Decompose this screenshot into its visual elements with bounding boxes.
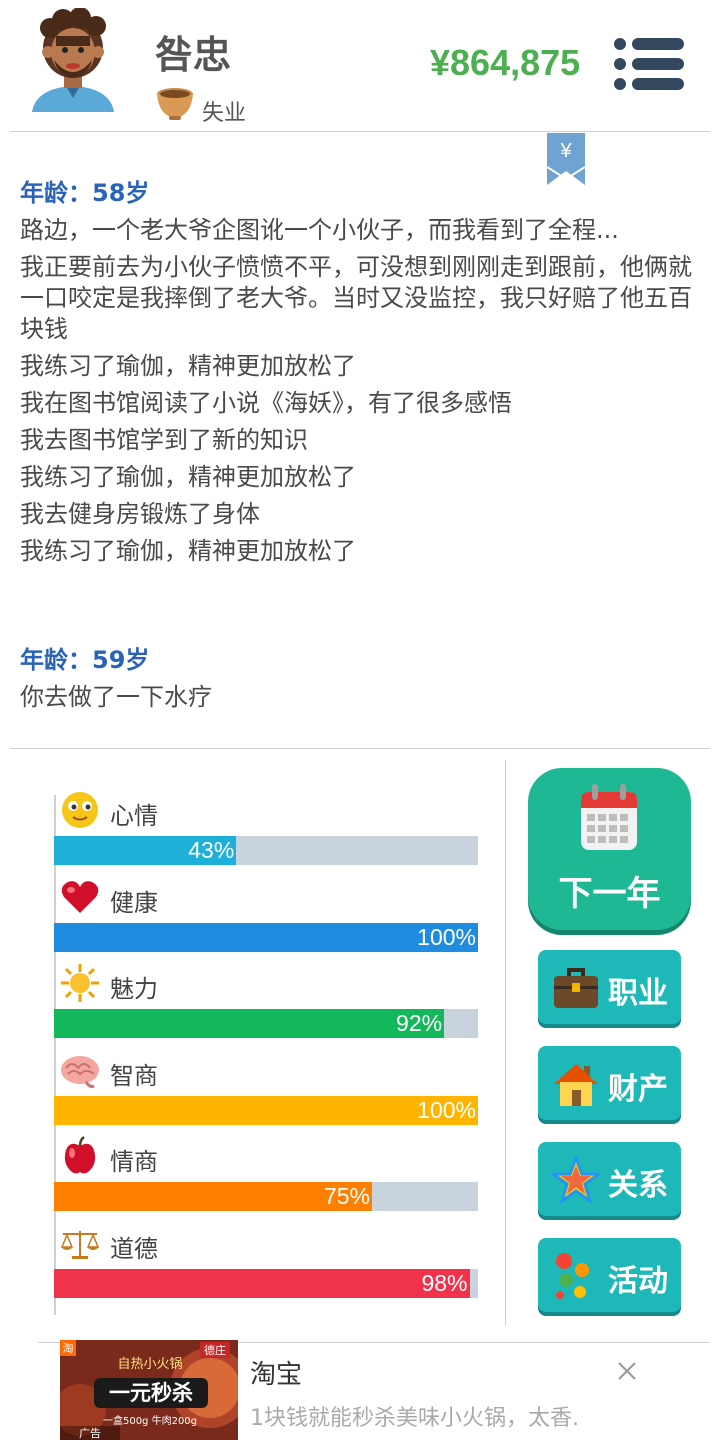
ad-hotpot-image: 淘 德庄 自热小火锅 一元秒杀 一盒500g 牛肉200g 广告 bbox=[60, 1340, 238, 1440]
ad-banner[interactable]: 淘 德庄 自热小火锅 一元秒杀 一盒500g 牛肉200g 广告 淘宝 1块钱就… bbox=[0, 1340, 720, 1440]
age-heading: 年龄：58岁 bbox=[20, 179, 150, 207]
ad-title[interactable]: 淘宝 bbox=[250, 1354, 302, 1391]
sun-icon bbox=[61, 964, 99, 1003]
house-icon bbox=[554, 1064, 598, 1106]
brain-icon bbox=[61, 1055, 99, 1088]
stat-fill: 43% bbox=[54, 836, 237, 865]
stat-fill: 100% bbox=[54, 1095, 478, 1125]
stat-eq: 情商 75% bbox=[54, 1136, 478, 1223]
close-icon[interactable] bbox=[612, 1356, 642, 1386]
relations-label: 关系 bbox=[608, 1168, 668, 1203]
ad-image-line2: 一元秒杀 bbox=[109, 1380, 193, 1405]
activities-dots-icon bbox=[556, 1253, 589, 1299]
log-line: 路边，一个老大爷企图讹一个小伙子，而我看到了全程... bbox=[20, 216, 619, 244]
header: 咎忠 失业 ¥864,875 bbox=[0, 0, 720, 132]
stat-percent: 100% bbox=[417, 923, 476, 950]
menu-icon[interactable] bbox=[612, 36, 686, 92]
ad-image-line1: 自热小火锅 bbox=[117, 1356, 182, 1372]
stat-percent: 75% bbox=[323, 1183, 370, 1210]
divider bbox=[10, 131, 710, 132]
stat-label: 情商 bbox=[110, 1148, 158, 1177]
ad-description[interactable]: 1块钱就能秒杀美味小火锅，太香. bbox=[250, 1400, 579, 1432]
stat-label: 智商 bbox=[110, 1061, 158, 1090]
stat-fill: 75% bbox=[54, 1182, 372, 1212]
job-status: 失业 bbox=[202, 101, 247, 126]
log-line: 我正要前去为小伙子愤愤不平，可没想到刚刚走到跟前，他俩就一口咬定是我摔倒了老大爷… bbox=[20, 253, 692, 343]
svg-text:¥: ¥ bbox=[559, 140, 572, 162]
avatar[interactable] bbox=[28, 8, 118, 118]
log-line: 我去图书馆学到了新的知识 bbox=[20, 426, 308, 454]
money-balance: ¥864,875 bbox=[430, 42, 581, 83]
career-button[interactable]: 职业 bbox=[538, 950, 681, 1024]
stat-label: 心情 bbox=[110, 802, 158, 830]
stat-charm: 魅力 92% bbox=[54, 963, 478, 1050]
stat-track: 98% bbox=[54, 1268, 478, 1298]
stat-percent: 98% bbox=[421, 1269, 468, 1296]
star-icon bbox=[552, 1156, 600, 1204]
log-line: 我练习了瑜伽，精神更加放松了 bbox=[20, 463, 356, 491]
log-line: 你去做了一下水疗 bbox=[20, 683, 212, 711]
log-line: 我练习了瑜伽，精神更加放松了 bbox=[20, 352, 356, 380]
stat-label: 道德 bbox=[110, 1234, 158, 1263]
stat-track: 43% bbox=[54, 836, 478, 865]
stats-panel: 心情 43% 健康 100% 魅力 92% 智商 100% 情商 75% 道德 … bbox=[54, 790, 478, 1310]
stat-percent: 43% bbox=[188, 837, 235, 863]
stat-fill: 98% bbox=[54, 1268, 470, 1298]
smiley-icon bbox=[62, 792, 98, 828]
log-line: 我在图书馆阅读了小说《海妖》，有了很多感悟 bbox=[20, 389, 512, 417]
ad-image-tag: 淘 bbox=[63, 1342, 74, 1355]
age-heading: 年龄：59岁 bbox=[20, 646, 150, 674]
next-year-button[interactable]: 下一年 bbox=[528, 768, 691, 930]
stat-fill: 100% bbox=[54, 922, 478, 952]
stat-percent: 100% bbox=[417, 1096, 476, 1123]
vertical-divider bbox=[505, 760, 506, 1326]
stat-track: 100% bbox=[54, 922, 478, 952]
stat-fill: 92% bbox=[54, 1009, 445, 1039]
stat-mood: 心情 43% bbox=[54, 790, 478, 877]
stat-iq: 智商 100% bbox=[54, 1050, 478, 1137]
calendar-icon bbox=[581, 784, 637, 850]
property-button[interactable]: 财产 bbox=[538, 1046, 681, 1120]
stat-track: 100% bbox=[54, 1095, 478, 1125]
stat-label: 魅力 bbox=[110, 975, 158, 1004]
briefcase-icon bbox=[554, 968, 598, 1008]
bowl-icon bbox=[157, 88, 193, 120]
log-line: 我去健身房锻炼了身体 bbox=[20, 500, 260, 528]
apple-icon bbox=[64, 1136, 96, 1174]
ad-image-brand: 德庄 bbox=[204, 1343, 226, 1357]
stat-label: 健康 bbox=[110, 888, 158, 917]
log-line: 我练习了瑜伽，精神更加放松了 bbox=[20, 537, 356, 565]
stat-track: 75% bbox=[54, 1182, 478, 1212]
ad-image-line3: 一盒500g 牛肉200g bbox=[103, 1414, 197, 1427]
ad-image[interactable]: 淘 德庄 自热小火锅 一元秒杀 一盒500g 牛肉200g 广告 bbox=[60, 1340, 238, 1440]
divider bbox=[10, 748, 710, 749]
ad-badge: 广告 bbox=[79, 1427, 101, 1440]
next-year-label: 下一年 bbox=[558, 874, 661, 914]
career-label: 职业 bbox=[608, 976, 668, 1011]
stat-track: 92% bbox=[54, 1009, 478, 1039]
stat-health: 健康 100% bbox=[54, 877, 478, 964]
relations-button[interactable]: 关系 bbox=[538, 1142, 681, 1216]
activities-label: 活动 bbox=[608, 1264, 668, 1299]
scale-icon bbox=[60, 1230, 100, 1259]
stat-morality: 道德 98% bbox=[54, 1223, 478, 1310]
life-log: 年龄：58岁 路边，一个老大爷企图讹一个小伙子，而我看到了全程... 我正要前去… bbox=[20, 172, 705, 719]
heart-icon bbox=[61, 880, 99, 913]
stat-percent: 92% bbox=[396, 1010, 443, 1037]
property-label: 财产 bbox=[608, 1072, 668, 1107]
activities-button[interactable]: 活动 bbox=[538, 1238, 681, 1312]
player-name: 咎忠 bbox=[155, 33, 232, 77]
